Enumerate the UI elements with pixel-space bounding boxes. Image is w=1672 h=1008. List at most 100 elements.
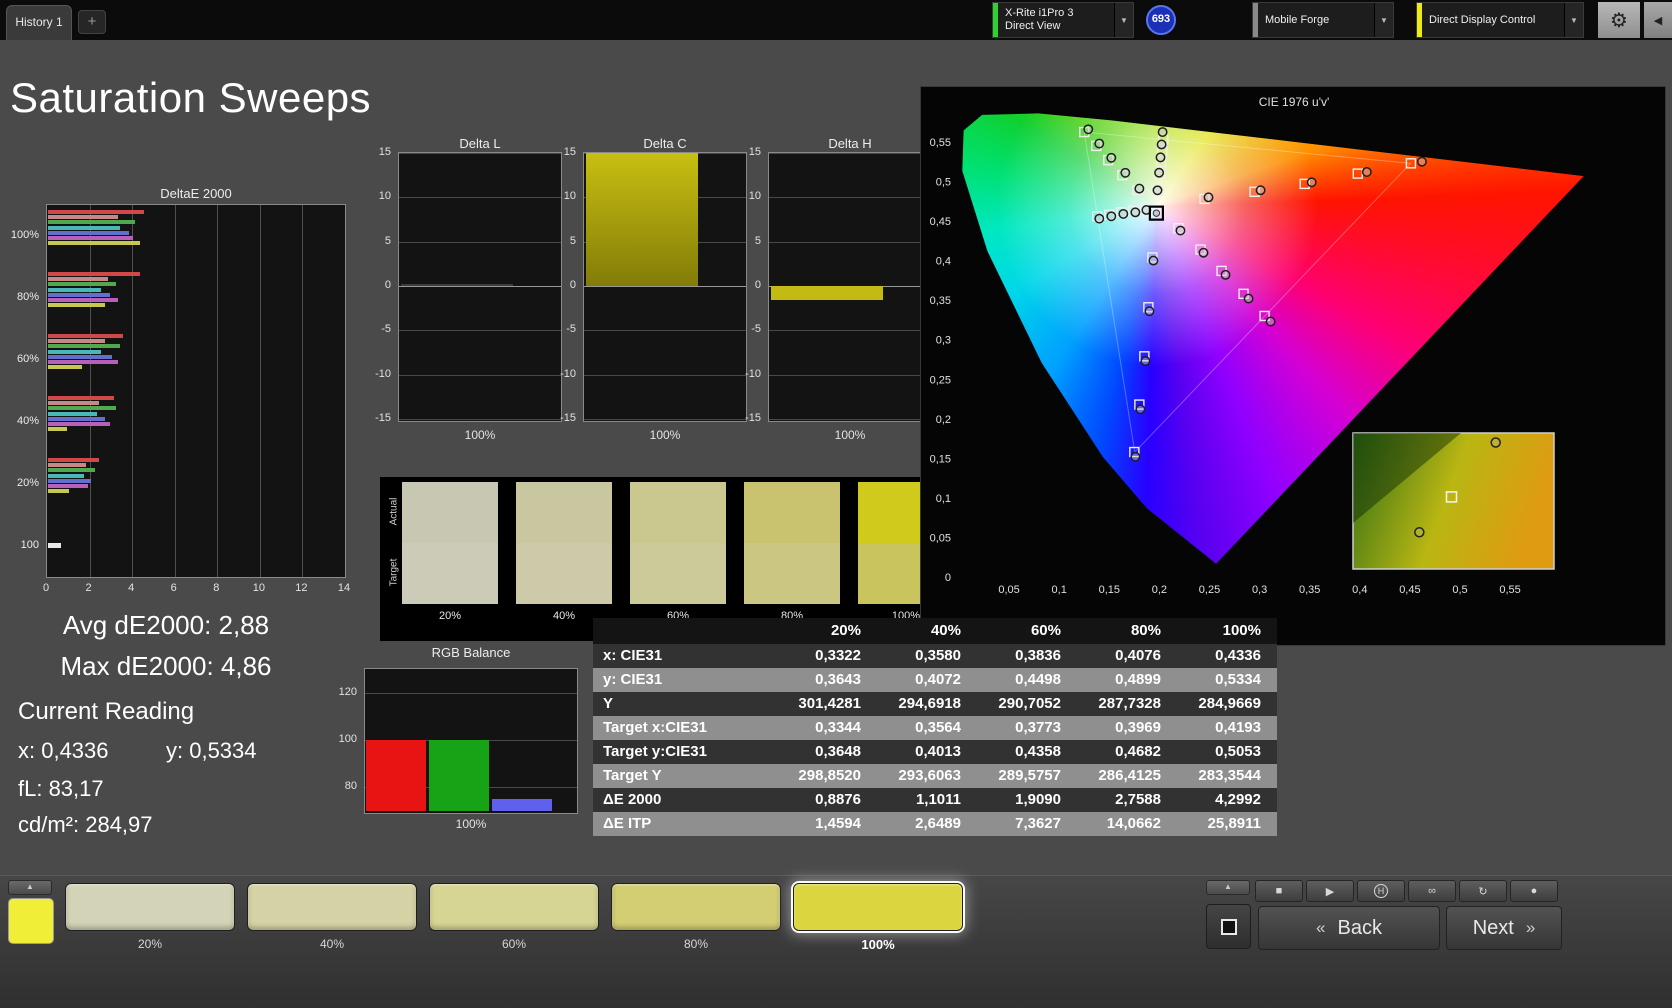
back-button[interactable]: « Back [1258, 906, 1440, 950]
measured-point-red [1203, 192, 1214, 203]
chevron-down-icon[interactable]: ▼ [1374, 3, 1393, 37]
chevron-down-icon[interactable]: ▼ [1564, 3, 1583, 37]
bar [48, 292, 110, 297]
stop-measure-button[interactable] [1206, 904, 1251, 949]
page-title: Saturation Sweeps [10, 74, 372, 121]
swatch-color [429, 883, 599, 931]
strip-swatch-40%: 40% [516, 482, 612, 632]
table-row: ΔE ITP 1,4594 2,6489 7,3627 14,0662 25,8911 [593, 812, 1277, 836]
gridline [769, 419, 931, 420]
bar [48, 210, 144, 214]
target-color [744, 543, 840, 604]
row-label: Target y:CIE31 [603, 743, 707, 760]
saturation-swatch-button-20%[interactable]: 20% [65, 883, 235, 957]
meter-text: X-Rite i1Pro 3 Direct View [998, 3, 1114, 37]
cell-value: 0,4358 [1015, 743, 1061, 760]
add-tab-button[interactable]: + [78, 10, 106, 34]
chevron-down-icon[interactable]: ▼ [1114, 3, 1133, 37]
bar [48, 468, 95, 473]
current-color-swatch[interactable] [8, 898, 54, 944]
bar [401, 284, 513, 286]
table-row: Target Y 298,8520 293,6063 289,5757 286,4125… [593, 764, 1277, 788]
measured-point-magenta [1175, 225, 1186, 236]
history-capture-button[interactable]: H [1357, 880, 1405, 902]
badge-693[interactable]: 693 [1146, 5, 1176, 35]
back-label: Back [1337, 916, 1382, 939]
tick-label: 80 [344, 780, 357, 793]
tick-label: -5 [751, 323, 761, 336]
swatch-color [247, 883, 417, 931]
cell-value: 7,3627 [1015, 815, 1061, 832]
tick-label: 5 [754, 234, 761, 247]
bar [48, 277, 108, 282]
tick-label: 15 [378, 146, 391, 158]
y-axis-labels: 80 100 120 [336, 668, 361, 814]
tick-label: 80% [16, 291, 39, 303]
meter-line2: Direct View [1005, 20, 1061, 32]
meter-direct-display-control[interactable]: Direct Display Control ▼ [1416, 2, 1584, 38]
current-reading-heading: Current Reading [18, 698, 195, 725]
bar [48, 298, 119, 302]
measured-point-blue [1140, 356, 1151, 367]
measured-point-magenta [1198, 247, 1209, 258]
cell-value: 284,9669 [1198, 695, 1261, 712]
play-icon: ▶ [1325, 885, 1335, 898]
x-axis-label: 100% [464, 428, 496, 442]
plot-area [364, 668, 578, 814]
gridline [399, 153, 561, 154]
next-button[interactable]: Next » [1446, 906, 1562, 950]
x-axis-label: 100% [649, 428, 681, 442]
tick-label: -10 [375, 367, 391, 380]
tick-label: 10 [563, 190, 576, 203]
saturation-swatch-button-80%[interactable]: 80% [611, 883, 781, 957]
x-axis-label: 100% [834, 428, 866, 442]
meter-xrite-i1pro3[interactable]: X-Rite i1Pro 3 Direct View ▼ [992, 2, 1134, 38]
x-tick-label: 0,45 [1399, 584, 1420, 596]
infinity-icon: ∞ [1428, 885, 1436, 897]
tick-label: 0 [42, 582, 50, 594]
refresh-button[interactable]: ↻ [1459, 880, 1507, 902]
collapse-panel-button[interactable]: ◀ [1644, 2, 1672, 38]
meter-line1: Direct Display Control [1429, 13, 1536, 26]
saturation-swatch-button-60%[interactable]: 60% [429, 883, 599, 957]
saturation-swatch-button-40%[interactable]: 40% [247, 883, 417, 957]
bar [48, 354, 112, 359]
history-tab[interactable]: History 1 [6, 5, 72, 40]
x-axis-label: 100% [455, 817, 487, 831]
gridline [399, 374, 561, 376]
record-button[interactable]: ● [1510, 880, 1558, 902]
gridline [584, 374, 746, 376]
measured-point-magenta [1243, 293, 1254, 304]
continuous-read-button[interactable]: ∞ [1408, 880, 1456, 902]
swatch-color [611, 883, 781, 931]
target-color [516, 543, 612, 604]
measured-point-blue [1144, 306, 1155, 317]
settings-button[interactable]: ⚙ [1598, 2, 1640, 38]
gridline [769, 374, 931, 376]
swatch-label: 20% [137, 937, 163, 951]
strip-row-label-actual: Actual [388, 497, 400, 526]
gridline [365, 692, 577, 694]
next-label: Next [1472, 916, 1514, 939]
stop-button[interactable]: ■ [1255, 880, 1303, 902]
expand-left-button[interactable]: ▲ [8, 880, 52, 895]
y-tick-label: 0,35 [930, 295, 951, 307]
cell-value: 298,8520 [798, 767, 861, 784]
expand-right-button[interactable]: ▲ [1206, 880, 1250, 895]
cell-value: 4,2992 [1215, 791, 1261, 808]
measured-point-cyan [1130, 207, 1141, 218]
bar [771, 286, 883, 301]
tick-label: 5 [384, 234, 391, 247]
bar [48, 282, 117, 287]
gridline [217, 205, 219, 577]
table-header-row: 20% 40% 60% 80% 100% [593, 618, 1277, 644]
swatch-label: 100% [861, 937, 895, 952]
bar [48, 272, 140, 276]
actual-color [630, 482, 726, 543]
swatch-label: 60% [501, 937, 527, 951]
meter-mobile-forge[interactable]: Mobile Forge ▼ [1252, 2, 1394, 38]
saturation-swatch-button-100%[interactable]: 100% [793, 883, 963, 957]
tick-label: 0 [384, 279, 391, 291]
play-button[interactable]: ▶ [1306, 880, 1354, 902]
cell-value: 0,3580 [915, 647, 961, 664]
